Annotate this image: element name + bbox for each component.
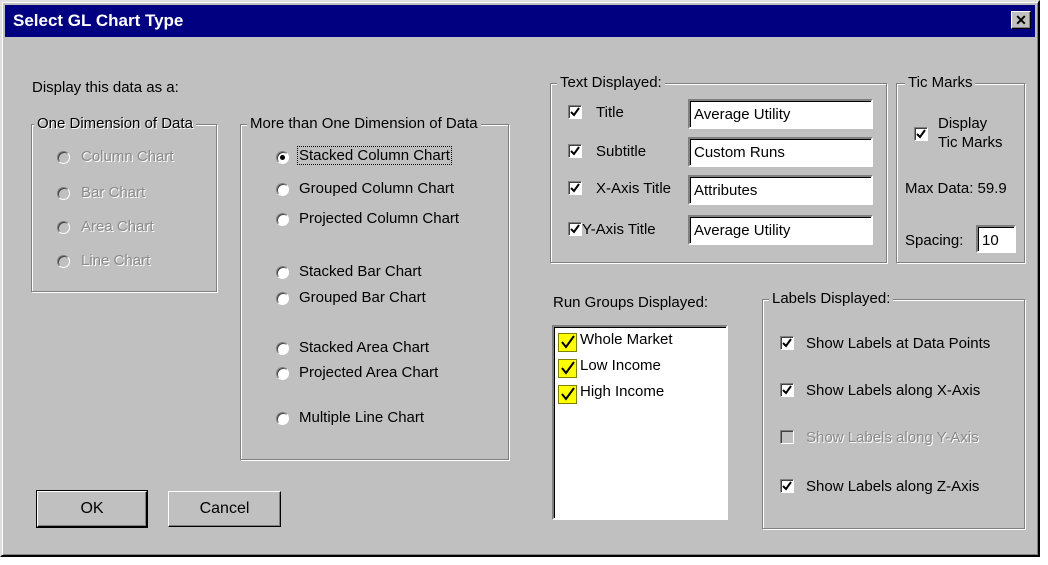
- checkbox-label-subtitle: Subtitle: [596, 143, 647, 160]
- display-tic-marks-label-2: Tic Marks: [938, 134, 1003, 151]
- checkbox-labels-y-axis[interactable]: [780, 430, 794, 444]
- radio-column-chart[interactable]: [57, 151, 70, 164]
- radio-multiple-line-chart[interactable]: [276, 412, 289, 425]
- checkbox-title[interactable]: [568, 105, 582, 119]
- checkbox-label-x-axis-title: X-Axis Title: [596, 180, 672, 197]
- radio-grouped-column-chart[interactable]: [276, 183, 289, 196]
- checkbox-label-title: Title: [596, 104, 624, 121]
- x-axis-title-field[interactable]: Attributes: [688, 175, 873, 205]
- radio-grouped-bar-chart[interactable]: [276, 292, 289, 305]
- radio-label-area-chart: Area Chart: [81, 218, 154, 235]
- checkbox-y-axis-title[interactable]: [568, 222, 582, 236]
- list-item[interactable]: Whole Market: [558, 331, 708, 352]
- subtitle-field[interactable]: Custom Runs: [688, 137, 873, 167]
- checkbox-label-y-axis-title: Y-Axis Title: [582, 221, 656, 238]
- check-icon: [558, 359, 577, 378]
- radio-area-chart[interactable]: [57, 221, 70, 234]
- run-groups-list[interactable]: Whole Market Low Income High Income: [552, 325, 728, 520]
- checkbox-display-tic-marks[interactable]: [914, 127, 928, 141]
- checkbox-labels-x-axis[interactable]: [780, 383, 794, 397]
- list-item-label: Whole Market: [580, 331, 673, 348]
- checkbox-labels-z-axis[interactable]: [780, 479, 794, 493]
- spacing-label: Spacing:: [905, 232, 964, 249]
- labels-displayed-legend: Labels Displayed:: [769, 290, 894, 307]
- list-item[interactable]: Low Income: [558, 357, 708, 378]
- radio-label-grouped-bar-chart: Grouped Bar Chart: [299, 289, 426, 306]
- list-item[interactable]: High Income: [558, 383, 708, 404]
- radio-label-grouped-column-chart: Grouped Column Chart: [299, 180, 455, 197]
- cancel-button[interactable]: Cancel: [168, 491, 281, 527]
- radio-label-projected-area-chart: Projected Area Chart: [299, 364, 439, 381]
- close-button[interactable]: ✕: [1011, 11, 1031, 29]
- radio-label-projected-column-chart: Projected Column Chart: [299, 210, 460, 227]
- display-prompt-label: Display this data as a:: [32, 79, 179, 96]
- check-icon: [558, 333, 577, 352]
- checkbox-subtitle[interactable]: [568, 144, 582, 158]
- title-field[interactable]: Average Utility: [688, 99, 873, 129]
- one-dimension-legend: One Dimension of Data: [34, 115, 196, 132]
- checkbox-label-z-axis: Show Labels along Z-Axis: [806, 478, 980, 495]
- radio-stacked-bar-chart[interactable]: [276, 266, 289, 279]
- radio-stacked-area-chart[interactable]: [276, 342, 289, 355]
- list-item-label: Low Income: [580, 357, 661, 374]
- run-groups-label: Run Groups Displayed:: [553, 294, 709, 311]
- radio-label-line-chart: Line Chart: [81, 252, 151, 269]
- display-tic-marks-label-1: Display: [938, 115, 988, 132]
- checkbox-x-axis-title[interactable]: [568, 181, 582, 195]
- radio-label-multiple-line-chart: Multiple Line Chart: [299, 409, 425, 426]
- max-data-value: Max Data: 59.9: [905, 180, 1007, 197]
- y-axis-title-field[interactable]: Average Utility: [688, 215, 873, 245]
- list-item-label: High Income: [580, 383, 665, 400]
- text-displayed-legend: Text Displayed:: [557, 74, 665, 91]
- checkbox-label-data-points: Show Labels at Data Points: [806, 335, 991, 352]
- radio-projected-area-chart[interactable]: [276, 367, 289, 380]
- checkbox-labels-data-points[interactable]: [780, 336, 794, 350]
- title-bar[interactable]: Select GL Chart Type ✕: [5, 5, 1035, 37]
- radio-label-stacked-bar-chart: Stacked Bar Chart: [299, 263, 422, 280]
- tic-marks-legend: Tic Marks: [905, 74, 976, 91]
- check-icon: [558, 385, 577, 404]
- radio-line-chart[interactable]: [57, 255, 70, 268]
- window-title: Select GL Chart Type: [13, 11, 184, 30]
- checkbox-label-x-axis: Show Labels along X-Axis: [806, 382, 981, 399]
- radio-label-stacked-column-chart: Stacked Column Chart: [297, 146, 452, 165]
- spacing-field[interactable]: 10: [976, 225, 1016, 253]
- radio-bar-chart[interactable]: [57, 187, 70, 200]
- multi-dimension-legend: More than One Dimension of Data: [247, 115, 481, 132]
- radio-stacked-column-chart[interactable]: [276, 151, 289, 164]
- radio-projected-column-chart[interactable]: [276, 213, 289, 226]
- radio-label-bar-chart: Bar Chart: [81, 184, 146, 201]
- radio-label-column-chart: Column Chart: [81, 148, 174, 165]
- ok-button[interactable]: OK: [36, 490, 148, 528]
- radio-label-stacked-area-chart: Stacked Area Chart: [299, 339, 430, 356]
- checkbox-label-y-axis: Show Labels along Y-Axis: [806, 429, 979, 446]
